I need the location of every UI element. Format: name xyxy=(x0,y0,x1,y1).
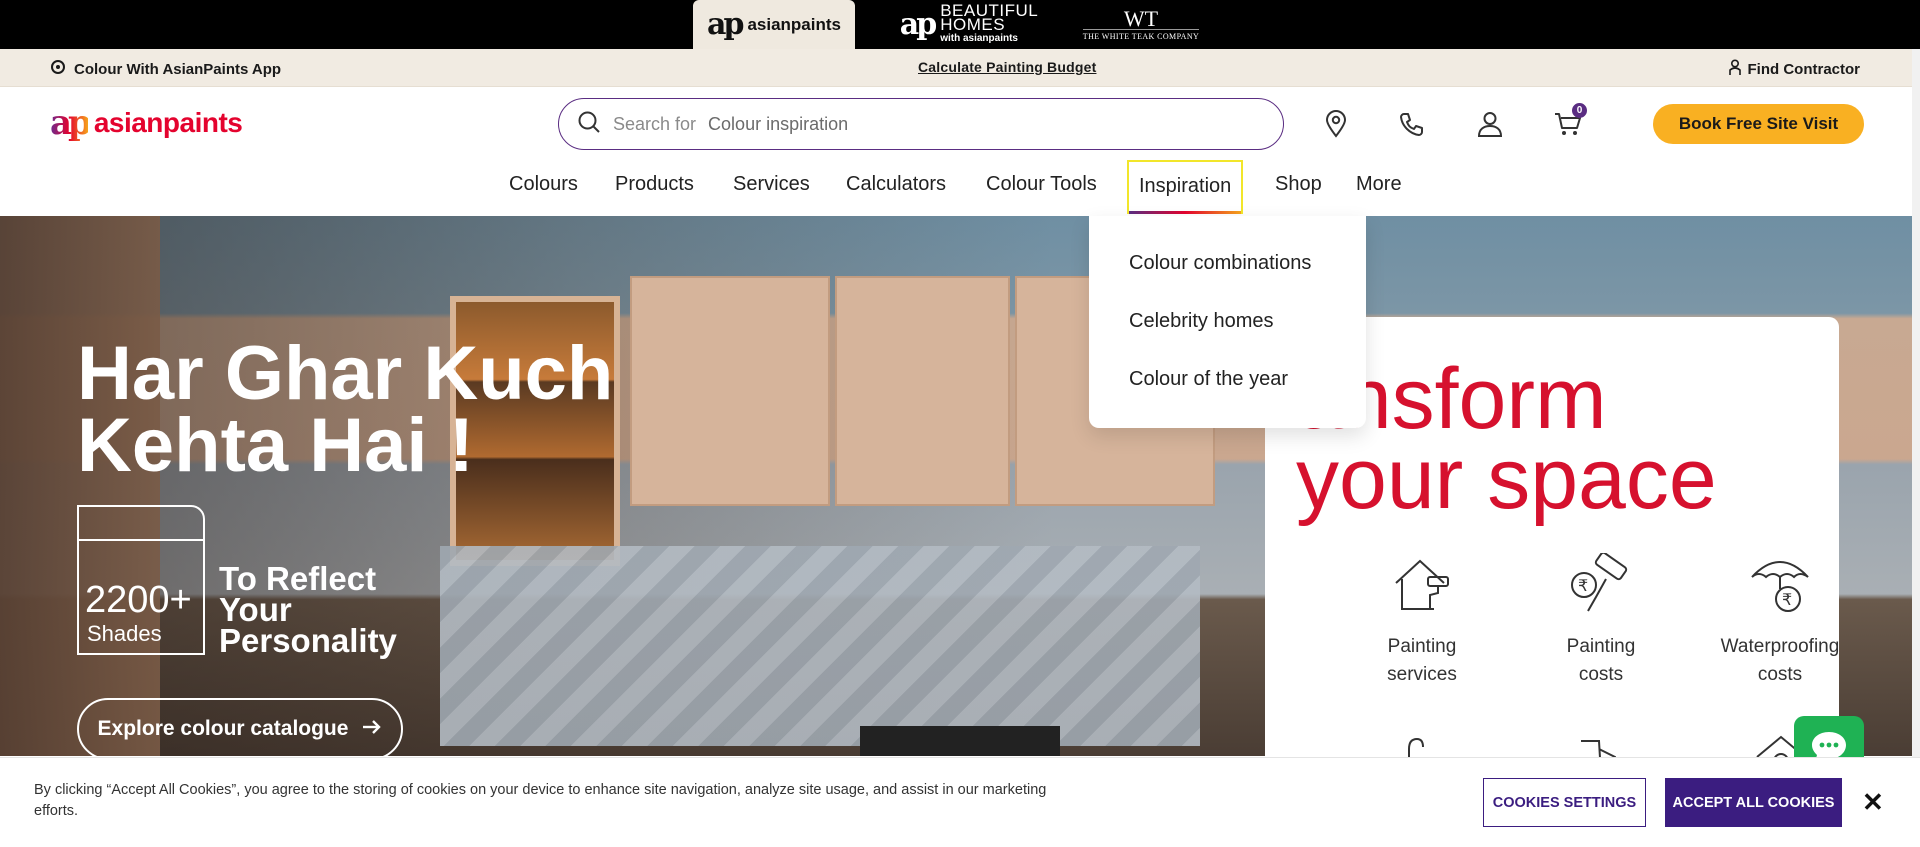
reflect-line1: To Reflect xyxy=(219,560,377,597)
find-contractor-label: Find Contractor xyxy=(1747,61,1861,78)
reflect-line2: Your xyxy=(219,591,292,628)
page-scrollbar[interactable] xyxy=(1912,49,1920,757)
logo-text: asianpaints xyxy=(93,107,243,138)
svg-text:₹: ₹ xyxy=(1578,576,1588,595)
app-link-label: Colour With AsianPaints App xyxy=(74,60,282,78)
find-contractor-link[interactable]: Find Contractor xyxy=(1728,59,1861,80)
bh-line3: with asianpaints xyxy=(940,32,1018,44)
umbrella-rupee-icon: ₹ xyxy=(1705,553,1855,621)
app-link[interactable]: Colour With AsianPaints App xyxy=(50,59,281,79)
transform-title-line2: your space xyxy=(1296,431,1717,527)
nav-more[interactable]: More xyxy=(1356,173,1402,203)
service-label-line2: costs xyxy=(1578,664,1624,685)
service-painting-costs[interactable]: ₹ Painting costs xyxy=(1526,553,1676,689)
nav-products[interactable]: Products xyxy=(615,173,694,203)
service-label-line1: Painting xyxy=(1566,636,1636,657)
nav-services[interactable]: Services xyxy=(733,173,810,203)
brand-tab-asianpaints[interactable]: ap asianpaints xyxy=(693,0,855,49)
inspiration-dropdown: Colour combinations Celebrity homes Colo… xyxy=(1089,216,1366,428)
nav-colours[interactable]: Colours xyxy=(509,173,578,203)
asianpaints-logo-mark: ap xyxy=(707,7,744,42)
search-prefix: Search for xyxy=(613,113,697,134)
user-account-icon[interactable] xyxy=(1475,109,1505,139)
service-label-line2: services xyxy=(1387,664,1457,685)
hero-bg-stove xyxy=(860,726,1060,756)
cart-icon[interactable]: 0 xyxy=(1553,103,1587,139)
service-label-line1: Waterproofing xyxy=(1720,636,1840,657)
brand-tab-white-teak[interactable]: WT THE WHITE TEAK COMPANY xyxy=(1080,0,1202,49)
cookies-settings-button[interactable]: COOKIES SETTINGS xyxy=(1483,778,1646,827)
hero-bg-cabinet xyxy=(835,276,1010,506)
explore-button-label: Explore colour catalogue xyxy=(97,717,349,740)
house-roller-icon xyxy=(1347,553,1497,621)
service-waterproofing-costs[interactable]: ₹ Waterproofing costs xyxy=(1705,553,1855,689)
close-icon[interactable]: ✕ xyxy=(1862,789,1884,815)
dropdown-item-colour-of-the-year[interactable]: Colour of the year xyxy=(1129,368,1288,391)
hero-bg-backsplash xyxy=(440,546,1200,746)
contractor-icon xyxy=(1728,59,1742,80)
bh-line2: HOMES xyxy=(940,14,1006,34)
beautiful-homes-logo-mark: ap xyxy=(899,7,937,42)
page: { "brand_bar": { "tabs": [ {"mark": "ap"… xyxy=(0,0,1920,847)
cart-count-badge: 0 xyxy=(1572,103,1587,118)
hero-title: Har Ghar Kuch Kehta Hai ! xyxy=(77,331,614,488)
nav-calculators[interactable]: Calculators xyxy=(846,173,946,203)
cookie-banner: By clicking “Accept All Cookies”, you ag… xyxy=(0,757,1920,847)
search-bar[interactable]: Search for xyxy=(558,98,1284,150)
service-label-line2: costs xyxy=(1757,664,1803,685)
beautiful-homes-label: BEAUTIFUL HOMES with asianpaints xyxy=(940,2,1038,46)
dropdown-item-colour-combinations[interactable]: Colour combinations xyxy=(1129,252,1311,275)
rupee-roller-icon: ₹ xyxy=(1526,553,1676,621)
svg-text:₹: ₹ xyxy=(1782,590,1792,609)
logo-mark: ap xyxy=(50,103,92,143)
shades-count: 2200+ xyxy=(85,579,192,621)
service-painting-services[interactable]: Painting services xyxy=(1347,553,1497,689)
header: ap asianpaints Search for 0 Book Free Si… xyxy=(0,87,1920,159)
shades-box-divider xyxy=(79,539,203,541)
nav-colour-tools[interactable]: Colour Tools xyxy=(986,173,1097,203)
book-free-site-visit-button[interactable]: Book Free Site Visit xyxy=(1653,104,1864,144)
main-nav: Colours Products Services Calculators Co… xyxy=(0,159,1920,216)
phone-icon[interactable] xyxy=(1397,109,1427,139)
service-label-line1: Painting xyxy=(1387,636,1457,657)
cookie-consent-text: By clicking “Accept All Cookies”, you ag… xyxy=(34,782,1047,819)
shades-label: Shades xyxy=(87,621,162,646)
hero-title-line1: Har Ghar Kuch xyxy=(77,331,614,416)
reflect-line3: Personality xyxy=(219,622,397,659)
search-icon[interactable] xyxy=(577,110,601,139)
brand-bar: ap asianpaints ap BEAUTIFUL HOMES with a… xyxy=(0,0,1920,49)
app-icon xyxy=(50,59,66,79)
hero-title-line2: Kehta Hai ! xyxy=(77,403,474,488)
brand-tab-label: asianpaints xyxy=(747,14,841,34)
hero-bg-cabinet xyxy=(630,276,830,506)
search-input[interactable] xyxy=(708,113,1229,135)
nav-shop[interactable]: Shop xyxy=(1275,173,1322,203)
arrow-right-icon xyxy=(362,717,382,741)
shades-box: 2200+ Shades xyxy=(77,505,205,655)
explore-colour-catalogue-button[interactable]: Explore colour catalogue xyxy=(77,698,403,756)
wt-mark: WT xyxy=(1123,5,1159,31)
brand-tab-beautiful-homes[interactable]: ap BEAUTIFUL HOMES with asianpaints xyxy=(884,0,1054,49)
nav-inspiration[interactable]: Inspiration xyxy=(1127,160,1244,214)
accept-all-cookies-button[interactable]: ACCEPT ALL COOKIES xyxy=(1665,778,1842,827)
calculate-budget-link[interactable]: Calculate Painting Budget xyxy=(918,59,1096,75)
reflect-text: To Reflect Your Personality xyxy=(219,560,419,659)
utility-bar: Colour With AsianPaints App Calculate Pa… xyxy=(0,49,1920,87)
white-teak-logo: WT THE WHITE TEAK COMPANY xyxy=(1082,5,1200,41)
wt-name: THE WHITE TEAK COMPANY xyxy=(1082,28,1200,41)
location-icon[interactable] xyxy=(1321,109,1351,139)
asianpaints-logo[interactable]: ap asianpaints xyxy=(50,103,243,143)
dropdown-item-celebrity-homes[interactable]: Celebrity homes xyxy=(1129,310,1274,333)
